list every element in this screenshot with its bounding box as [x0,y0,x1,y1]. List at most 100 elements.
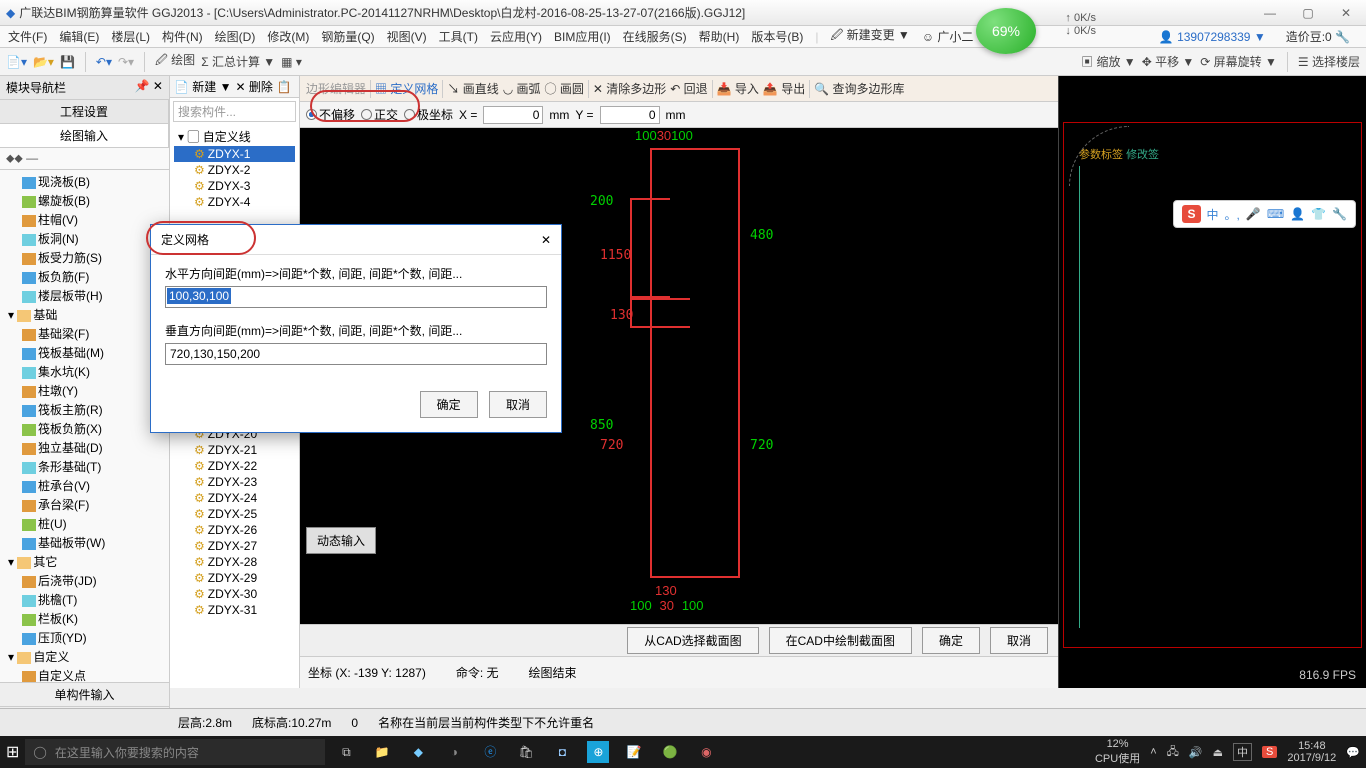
menu-cloud[interactable]: 云应用(Y) [486,28,546,45]
performance-badge[interactable]: 69% [976,8,1036,54]
draw-arc-button[interactable]: ◡ 画弧 [503,80,541,97]
component-search-input[interactable]: 搜索构件... [173,101,296,122]
tray-notifications-icon[interactable]: 💬 [1346,746,1360,759]
nav-tab-project[interactable]: 工程设置 [0,100,169,123]
pan-button[interactable]: ✥ 平移 ▼ [1142,53,1195,70]
start-button[interactable]: ⊞ [6,742,19,762]
x-input[interactable] [483,106,543,124]
ime-mic-icon[interactable]: 🎤 [1246,207,1261,221]
draw-in-cad-button[interactable]: 在CAD中绘制截面图 [769,627,912,654]
nav-tab-drawing[interactable]: 绘图输入 [0,124,169,147]
dialog-close-button[interactable]: ✕ [541,233,551,247]
search-polygon-button[interactable]: 🔍 查询多边形库 [814,80,904,97]
ime-skin-icon[interactable]: 👕 [1311,207,1326,221]
y-input[interactable] [600,106,660,124]
close-button[interactable]: ✕ [1332,6,1360,20]
menu-tools[interactable]: 工具(T) [435,28,482,45]
sum-button[interactable]: Σ 汇总计算 ▼ [201,53,275,70]
menu-rebar[interactable]: 钢筋量(Q) [317,28,378,45]
from-cad-button[interactable]: 从CAD选择截面图 [627,627,758,654]
ime-user-icon[interactable]: 👤 [1290,207,1305,221]
import-button[interactable]: 📥 导入 [717,80,759,97]
menu-component[interactable]: 构件(N) [158,28,207,45]
menu-view[interactable]: 视图(V) [383,28,431,45]
app-icon[interactable]: ◆ [407,741,429,763]
open-icon[interactable]: 📂▾ [33,55,54,69]
separator [144,52,145,72]
folder-icon[interactable]: 📁 [371,741,393,763]
new-icon[interactable]: 📄▾ [6,55,27,69]
tray-network-icon[interactable]: 🖧 [1167,743,1179,762]
undo-polygon-button[interactable]: ↶ 回退 [670,80,707,97]
menu-edit[interactable]: 编辑(E) [55,28,103,45]
dim-text: 100 30 100 [630,598,704,614]
dialog-cancel-button[interactable]: 取消 [489,391,547,418]
menu-floor[interactable]: 楼层(L) [107,28,154,45]
rotate-button[interactable]: ⟳ 屏幕旋转 ▼ [1200,53,1277,70]
user-avatar[interactable]: ☺ 广小二 [918,28,978,45]
menu-version[interactable]: 版本号(B) [747,28,807,45]
cancel-button[interactable]: 取消 [990,627,1048,654]
app-icon[interactable]: ◑ [443,741,465,763]
dialog-ok-button[interactable]: 确定 [420,391,478,418]
tray-volume-icon[interactable]: 🔊 [1189,746,1203,759]
save-icon[interactable]: 💾 [60,55,75,69]
edge-icon[interactable]: ⓔ [479,741,501,763]
new-change-button[interactable]: 🖉 新建变更 ▼ [826,26,913,47]
dynamic-input-toggle[interactable]: 动态输入 [306,527,376,554]
task-view-icon[interactable]: ⧉ [335,741,357,763]
menu-draw[interactable]: 绘图(D) [211,28,260,45]
ime-toolbar[interactable]: S 中 。, 🎤 ⌨ 👤 👕 🔧 [1173,200,1356,228]
draw-circle-button[interactable]: ◯ 画圆 [545,80,584,97]
app-icon[interactable]: ◉ [695,741,717,763]
nav-filter-icons[interactable]: ⬥⬥ — [0,148,169,170]
ime-lang[interactable]: 中 [1207,206,1219,223]
app-icon[interactable]: ⊕ [587,741,609,763]
maximize-button[interactable]: ▢ [1294,6,1322,20]
account-id[interactable]: 👤 13907298339 ▼ [1155,30,1270,44]
store-icon[interactable]: 🛍 [515,741,537,763]
ime-keyboard-icon[interactable]: ⌨ [1267,207,1284,221]
export-button[interactable]: 📤 导出 [763,80,805,97]
annotation-ellipse-icon [146,221,256,255]
undo-icon[interactable]: ↶▾ [96,55,112,69]
cpu-usage[interactable]: 12% CPU使用 [1095,738,1140,766]
minimize-button[interactable]: — [1256,6,1284,20]
draw-line-button[interactable]: ↘ 画直线 [447,80,498,97]
select-floor-button[interactable]: ☰ 选择楼层 [1298,53,1360,70]
clear-polygon-button[interactable]: ✕ 清除多边形 [593,80,666,97]
grid-icon[interactable]: ▦ ▾ [281,55,302,69]
tray-up-icon[interactable]: ˄ [1150,746,1156,758]
tray-clock[interactable]: 15:482017/9/12 [1287,740,1336,764]
sogou-icon[interactable]: S [1182,205,1200,223]
menu-modify[interactable]: 修改(M) [263,28,313,45]
menu-file[interactable]: 文件(F) [4,28,51,45]
app-icon[interactable]: ◘ [551,741,573,763]
tree-item: 筏板负筋(X) [4,419,165,438]
single-component-button[interactable]: 单构件输入 [0,682,169,706]
zoom-button[interactable]: ▣ 缩放 ▼ [1081,53,1136,70]
v-spacing-input[interactable] [165,343,547,365]
draw-button[interactable]: 🖉 绘图 [155,51,195,72]
copy-component-button[interactable]: 📋 [277,80,292,94]
cortana-search[interactable]: ◯ 在这里输入你要搜索的内容 [25,739,325,765]
menu-bim[interactable]: BIM应用(I) [550,28,615,45]
delete-component-button[interactable]: ✕ 删除 [236,78,273,95]
tray-ime-cn[interactable]: 中 [1233,743,1252,761]
ime-punct-icon[interactable]: 。, [1225,206,1240,223]
tree-item: 栏板(K) [4,609,165,628]
nav-tree[interactable]: 现浇板(B) 螺旋板(B) 柱帽(V) 板洞(N) 板受力筋(S) 板负筋(F)… [0,170,169,682]
ok-button[interactable]: 确定 [922,627,980,654]
tray-safe-remove-icon[interactable]: ⏏ [1213,746,1223,759]
redo-icon[interactable]: ↷▾ [118,55,134,69]
app-icon[interactable]: 📝 [623,741,645,763]
app-icon[interactable]: 🟢 [659,741,681,763]
menu-help[interactable]: 帮助(H) [695,28,744,45]
new-component-button[interactable]: 📄 新建 ▼ [174,78,232,95]
tray-sogou-icon[interactable]: S [1262,746,1277,758]
nav-pin-icon[interactable]: 📌 ✕ [135,79,163,96]
cost-beans[interactable]: 造价豆:0 🔧 [1282,28,1354,45]
menu-online[interactable]: 在线服务(S) [619,28,691,45]
ime-settings-icon[interactable]: 🔧 [1332,207,1347,221]
list-item: ⚙ZDYX-22 [174,458,295,474]
